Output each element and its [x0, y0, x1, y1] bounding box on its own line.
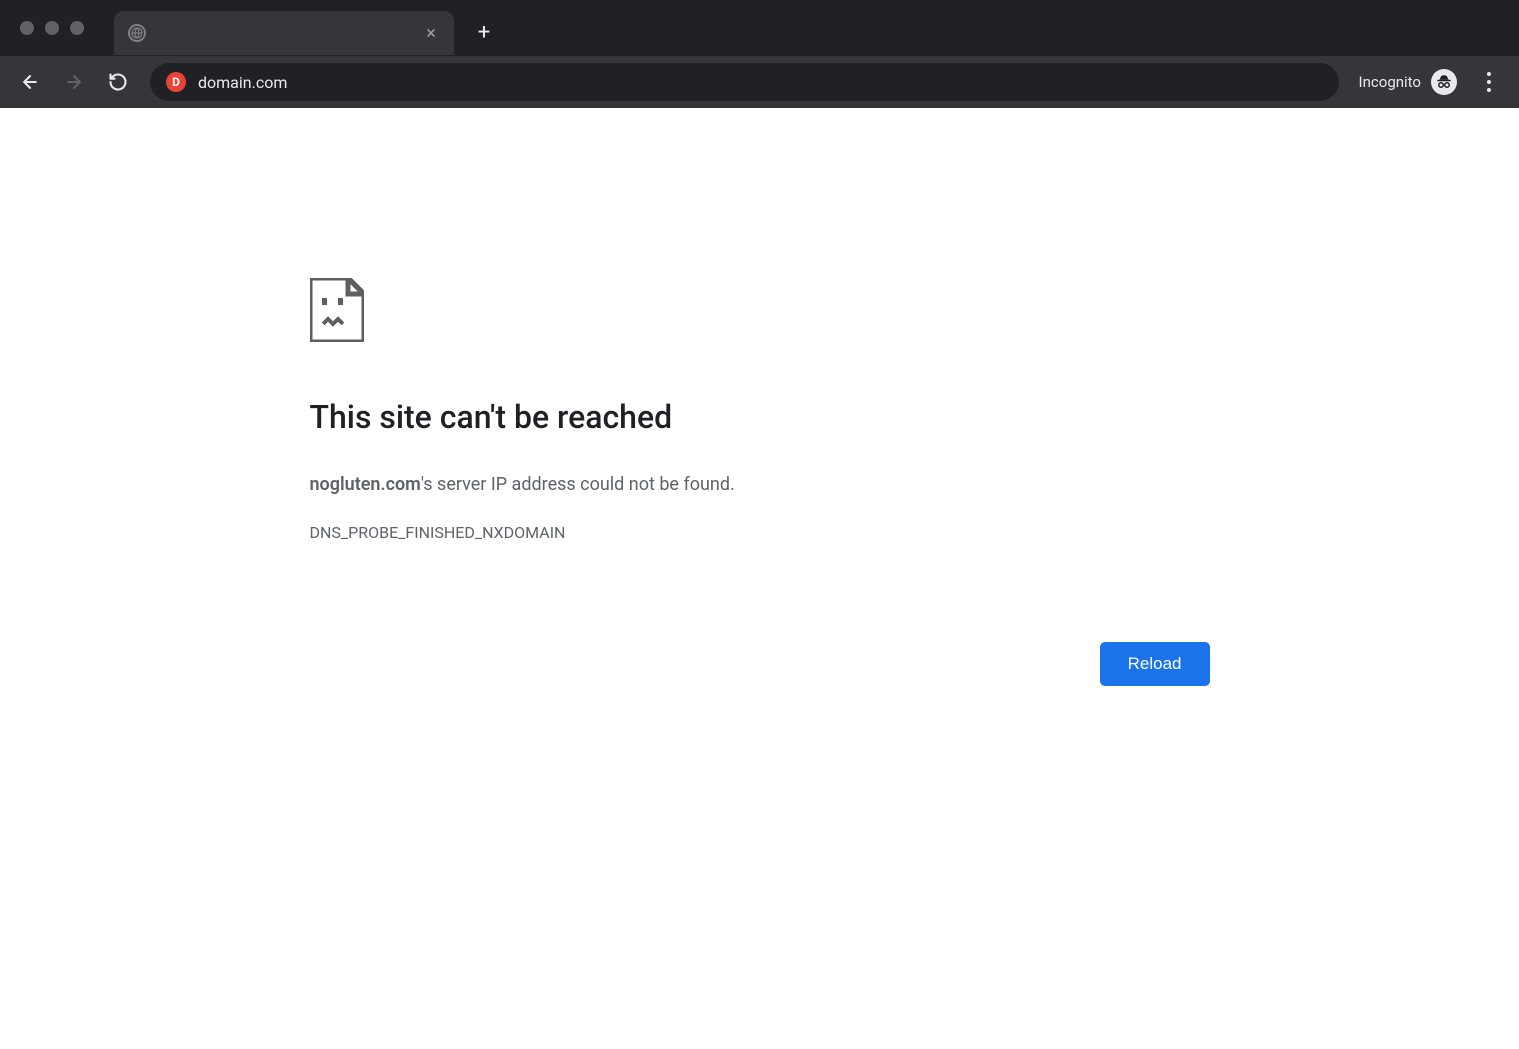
- vertical-dots-icon: [1487, 72, 1491, 92]
- error-message-suffix: 's server IP address could not be found.: [421, 474, 735, 495]
- address-bar[interactable]: D domain.com: [150, 63, 1339, 101]
- browser-chrome: × + D domain.com Incognito: [0, 0, 1519, 108]
- site-favicon-icon: D: [166, 72, 186, 92]
- incognito-indicator: Incognito: [1351, 69, 1465, 95]
- toolbar: D domain.com Incognito: [0, 56, 1519, 108]
- window-close-button[interactable]: [20, 21, 34, 35]
- globe-icon: [128, 24, 146, 42]
- page-content: This site can't be reached nogluten.com'…: [0, 108, 1519, 1049]
- url-text: domain.com: [198, 73, 1323, 92]
- browser-tab[interactable]: ×: [114, 11, 454, 55]
- error-container: This site can't be reached nogluten.com'…: [310, 278, 1210, 1049]
- reload-button[interactable]: [98, 62, 138, 102]
- close-icon[interactable]: ×: [422, 24, 440, 42]
- tab-strip: × +: [0, 0, 1519, 56]
- error-domain: nogluten.com: [310, 474, 421, 495]
- window-minimize-button[interactable]: [45, 21, 59, 35]
- error-code: DNS_PROBE_FINISHED_NXDOMAIN: [310, 523, 1210, 542]
- reload-row: Reload: [310, 642, 1210, 686]
- window-controls: [10, 21, 96, 35]
- error-message: nogluten.com's server IP address could n…: [310, 474, 1210, 495]
- incognito-label: Incognito: [1359, 73, 1421, 91]
- sad-page-icon: [310, 278, 1210, 346]
- new-tab-button[interactable]: +: [468, 16, 500, 48]
- forward-button[interactable]: [54, 62, 94, 102]
- window-maximize-button[interactable]: [70, 21, 84, 35]
- back-button[interactable]: [10, 62, 50, 102]
- error-heading: This site can't be reached: [310, 398, 1210, 436]
- reload-page-button[interactable]: Reload: [1100, 642, 1210, 686]
- incognito-icon: [1431, 69, 1457, 95]
- browser-menu-button[interactable]: [1469, 62, 1509, 102]
